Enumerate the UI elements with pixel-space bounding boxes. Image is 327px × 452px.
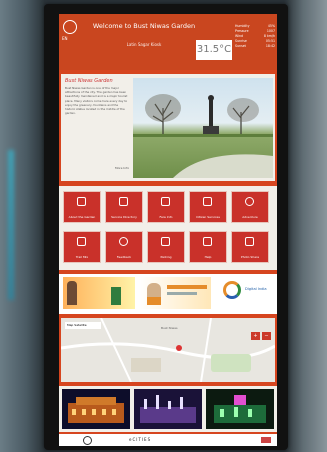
tile-label: Help	[204, 255, 212, 259]
tile-label: Photo Share	[240, 255, 260, 259]
page-title: Welcome to Bust Niwas Garden	[92, 22, 196, 30]
banner-ad-3[interactable]: Digital India	[215, 277, 273, 309]
banner-strip: Digital India	[59, 274, 277, 314]
portrait-graphic	[147, 283, 161, 305]
welcome-heading: Bust Niwas Garden	[65, 78, 113, 84]
person-graphic	[67, 281, 77, 305]
tile-feedback[interactable]: Feedback	[105, 231, 143, 263]
tile-trail[interactable]: Trail Mix	[63, 231, 101, 263]
map-place-label: Bust Niwas	[161, 326, 178, 330]
wall-right	[287, 0, 327, 452]
wall-left	[0, 0, 44, 452]
banner-ad-2[interactable]	[139, 277, 211, 309]
people-icon	[203, 197, 212, 206]
tile-label: Trail Mix	[75, 255, 89, 259]
tile-adventure[interactable]: Adventure	[231, 191, 269, 223]
more-info-link[interactable]: More Info	[115, 166, 129, 170]
gallery-photo-2[interactable]	[134, 389, 202, 429]
temperature-readout: 31.5°C	[196, 40, 232, 60]
phone-icon	[119, 237, 128, 246]
tile-citizen[interactable]: Citizen Services	[189, 191, 227, 223]
footer-brand: eCITIES	[129, 437, 152, 442]
flag-icon	[261, 437, 271, 443]
weather-panel: Humidity 45% Pressure 1007 Wind 8 km/h Sunr…	[235, 24, 275, 49]
map-type-toggle[interactable]: Map Satellite	[65, 322, 101, 329]
map-panel[interactable]: Map Satellite Bust Niwas + −	[61, 318, 275, 382]
banner-text-graphic	[167, 292, 197, 295]
language-toggle[interactable]: EN	[62, 36, 68, 41]
map-icon	[245, 197, 254, 206]
tile-label: Service Directory	[111, 215, 137, 219]
banner-text: Digital India	[245, 287, 267, 291]
ticket-icon	[161, 197, 170, 206]
trail-icon	[77, 237, 86, 246]
camera-icon	[245, 237, 254, 246]
photo-gallery	[59, 386, 277, 432]
weather-row: Sunset 18:42	[235, 44, 275, 48]
tile-label: About the Garden	[68, 215, 96, 219]
zoom-in-button[interactable]: +	[251, 332, 260, 340]
tile-label: Adventure	[242, 215, 258, 219]
parking-icon	[161, 237, 170, 246]
gallery-photo-3[interactable]	[206, 389, 274, 429]
globe-icon	[83, 436, 92, 445]
footer: eCITIES	[59, 434, 277, 446]
banner-heading-graphic	[167, 285, 207, 289]
service-tiles: About the Garden Service Directory Fare …	[59, 186, 277, 270]
digital-india-logo	[223, 281, 241, 299]
tile-label: Parking	[160, 255, 172, 259]
gallery-photo-1[interactable]	[62, 389, 130, 429]
tile-label: Fare Info	[159, 215, 173, 219]
tile-about[interactable]: About the Garden	[63, 191, 101, 223]
info-icon	[77, 197, 86, 206]
page-subtitle: Latin Sagar Kiosk	[126, 42, 162, 47]
zoom-out-button[interactable]: −	[262, 332, 271, 340]
tile-parking[interactable]: Parking	[147, 231, 185, 263]
tile-fare[interactable]: Fare Info	[147, 191, 185, 223]
help-icon	[203, 237, 212, 246]
tile-help[interactable]: Help	[189, 231, 227, 263]
garden-photo	[133, 78, 273, 178]
tile-services[interactable]: Service Directory	[105, 191, 143, 223]
header: EN Welcome to Bust Niwas Garden Latin Sa…	[59, 14, 277, 70]
welcome-panel: Bust Niwas Garden Bust Niwas Garden is o…	[61, 74, 275, 181]
tile-label: Feedback	[116, 255, 132, 259]
welcome-text: Bust Niwas Garden is one of the major at…	[65, 86, 128, 116]
tile-photo[interactable]: Photo Share	[231, 231, 269, 263]
book-icon	[119, 197, 128, 206]
tile-label: Citizen Services	[196, 215, 220, 219]
banner-ad-1[interactable]	[63, 277, 135, 309]
bottle-graphic	[111, 287, 121, 305]
kiosk-screen: EN Welcome to Bust Niwas Garden Latin Sa…	[59, 14, 277, 446]
emblem-icon	[63, 20, 77, 34]
